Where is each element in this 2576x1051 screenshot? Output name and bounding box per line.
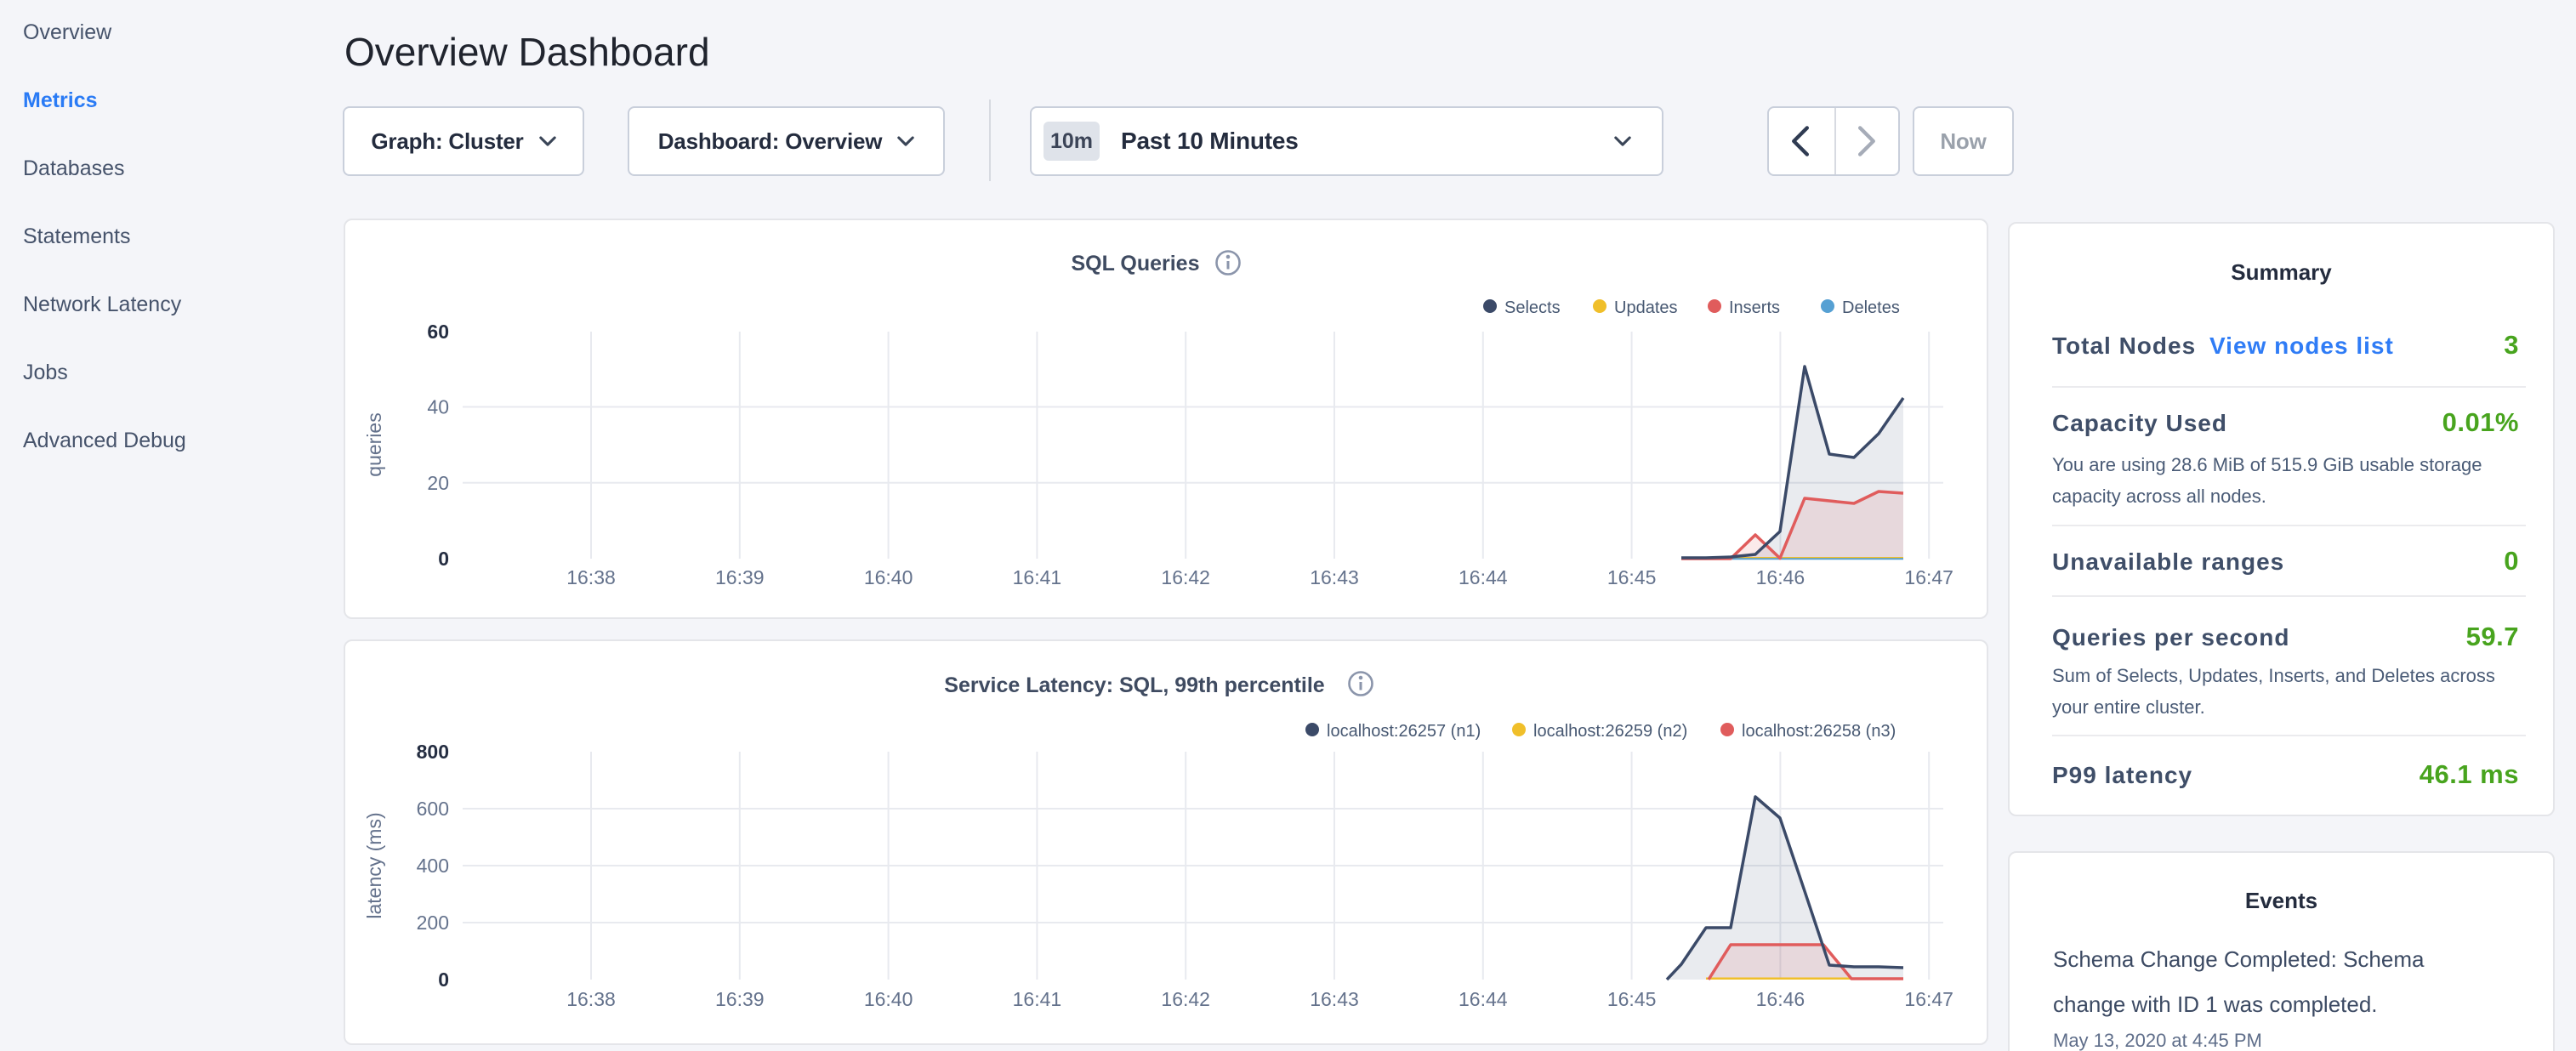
svg-text:16:44: 16:44 <box>1459 988 1508 1010</box>
svg-text:16:47: 16:47 <box>1904 566 1953 588</box>
svg-text:0: 0 <box>438 548 449 570</box>
svg-text:16:44: 16:44 <box>1459 566 1508 588</box>
svg-text:400: 400 <box>417 855 449 877</box>
svg-text:16:39: 16:39 <box>715 566 765 588</box>
svg-text:16:40: 16:40 <box>864 988 913 1010</box>
svg-text:16:43: 16:43 <box>1310 988 1359 1010</box>
svg-text:800: 800 <box>417 741 449 763</box>
svg-text:Updates: Updates <box>1614 298 1678 317</box>
svg-text:localhost:26258 (n3): localhost:26258 (n3) <box>1742 722 1896 741</box>
svg-text:16:43: 16:43 <box>1310 566 1359 588</box>
svg-text:20: 20 <box>427 472 449 494</box>
svg-text:16:46: 16:46 <box>1756 566 1805 588</box>
svg-text:600: 600 <box>417 798 449 820</box>
svg-text:16:38: 16:38 <box>566 988 616 1010</box>
svg-text:200: 200 <box>417 912 449 934</box>
svg-text:16:45: 16:45 <box>1607 988 1657 1010</box>
svg-text:Selects: Selects <box>1504 298 1561 317</box>
svg-text:16:40: 16:40 <box>864 566 913 588</box>
svg-text:16:47: 16:47 <box>1904 988 1953 1010</box>
svg-text:localhost:26257 (n1): localhost:26257 (n1) <box>1327 722 1481 741</box>
svg-text:40: 40 <box>427 396 449 418</box>
svg-text:16:45: 16:45 <box>1607 566 1657 588</box>
svg-text:16:41: 16:41 <box>1013 566 1062 588</box>
svg-text:0: 0 <box>438 969 449 991</box>
svg-text:16:46: 16:46 <box>1756 988 1805 1010</box>
svg-text:SQL Queries: SQL Queries <box>1072 252 1200 276</box>
svg-text:16:42: 16:42 <box>1161 988 1210 1010</box>
svg-text:localhost:26259 (n2): localhost:26259 (n2) <box>1533 722 1687 741</box>
svg-text:Service Latency: SQL, 99th per: Service Latency: SQL, 99th percentile <box>944 673 1324 697</box>
svg-text:16:41: 16:41 <box>1013 988 1062 1010</box>
svg-text:Deletes: Deletes <box>1842 298 1900 317</box>
svg-text:queries: queries <box>363 412 385 476</box>
svg-text:16:42: 16:42 <box>1161 566 1210 588</box>
svg-text:60: 60 <box>427 321 449 343</box>
svg-text:latency (ms): latency (ms) <box>363 812 385 918</box>
svg-text:16:38: 16:38 <box>566 566 616 588</box>
svg-text:Inserts: Inserts <box>1729 298 1780 317</box>
svg-text:16:39: 16:39 <box>715 988 765 1010</box>
